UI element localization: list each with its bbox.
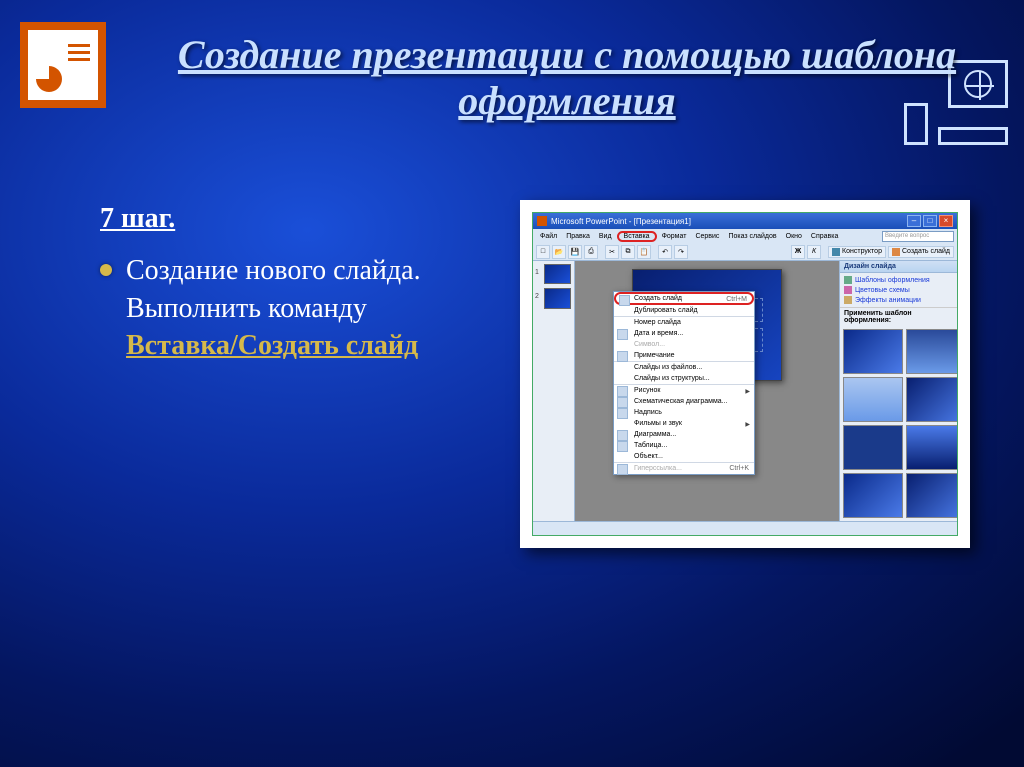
toolbar-save-icon[interactable]: 💾: [568, 245, 582, 259]
menu-item[interactable]: Дата и время...: [614, 328, 754, 339]
menu-item: Гиперссылка...Ctrl+K: [614, 463, 754, 474]
shortcut-label: Ctrl+M: [726, 296, 747, 303]
task-pane: Дизайн слайда Шаблоны оформления Цветовы…: [839, 261, 957, 521]
menu-item-icon: [617, 351, 628, 362]
menu-item[interactable]: Слайды из структуры...: [614, 373, 754, 385]
step-heading: 7 шаг.: [100, 200, 460, 238]
menu-item: Символ...: [614, 339, 754, 350]
menu-file[interactable]: Файл: [536, 232, 561, 241]
slide-thumbnails-pane: 1 2: [533, 261, 575, 521]
template-option[interactable]: [906, 473, 957, 518]
template-option[interactable]: [906, 377, 957, 422]
menu-item-icon: [617, 464, 628, 475]
menu-insert[interactable]: Вставка: [617, 231, 657, 242]
taskpane-link-templates[interactable]: Шаблоны оформления: [844, 276, 953, 284]
menu-item[interactable]: Диаграмма...: [614, 429, 754, 440]
template-option[interactable]: [843, 425, 903, 470]
toolbar-constructor-button[interactable]: Конструктор: [828, 246, 886, 258]
toolbar-print-icon[interactable]: ⎙: [584, 245, 598, 259]
toolbar-redo-icon[interactable]: ↷: [674, 245, 688, 259]
powerpoint-logo: [20, 22, 106, 108]
menu-item[interactable]: Создать слайдCtrl+M: [614, 292, 754, 305]
menu-item[interactable]: Таблица...: [614, 440, 754, 451]
menu-item[interactable]: Объект...: [614, 451, 754, 463]
slide-thumb-2[interactable]: 2: [544, 288, 571, 308]
menu-window[interactable]: Окно: [782, 232, 806, 241]
body-emphasis: Вставка/Создать слайд: [126, 330, 418, 361]
taskpane-apply-label: Применить шаблон оформления:: [840, 307, 957, 326]
toolbar-undo-icon[interactable]: ↶: [658, 245, 672, 259]
maximize-button[interactable]: □: [923, 215, 937, 227]
toolbar-open-icon[interactable]: 📂: [552, 245, 566, 259]
template-option[interactable]: [906, 329, 957, 374]
menu-view[interactable]: Вид: [595, 232, 616, 241]
menu-item[interactable]: Дублировать слайд: [614, 305, 754, 317]
toolbar-new-slide-button[interactable]: Создать слайд: [888, 246, 954, 258]
screenshot-frame: Microsoft PowerPoint - [Презентация1] – …: [520, 200, 970, 548]
menu-tools[interactable]: Сервис: [691, 232, 723, 241]
template-grid: [840, 326, 957, 521]
taskpane-link-effects[interactable]: Эффекты анимации: [844, 296, 953, 304]
close-button[interactable]: ×: [939, 215, 953, 227]
toolbar-copy-icon[interactable]: ⧉: [621, 245, 635, 259]
templates-icon: [844, 276, 852, 284]
window-title: Microsoft PowerPoint - [Презентация1]: [551, 217, 691, 226]
minimize-button[interactable]: –: [907, 215, 921, 227]
slide-thumb-1[interactable]: 1: [544, 264, 571, 284]
menu-item[interactable]: Номер слайда: [614, 317, 754, 328]
taskpane-title: Дизайн слайда: [840, 261, 957, 273]
colors-icon: [844, 286, 852, 294]
shortcut-label: Ctrl+K: [729, 465, 749, 472]
menu-item[interactable]: Надпись: [614, 407, 754, 418]
submenu-arrow-icon: ▶: [745, 388, 750, 395]
taskpane-link-colors[interactable]: Цветовые схемы: [844, 286, 953, 294]
toolbar-cut-icon[interactable]: ✂: [605, 245, 619, 259]
menu-item[interactable]: Фильмы и звук▶: [614, 418, 754, 429]
template-option[interactable]: [843, 473, 903, 518]
menu-help[interactable]: Справка: [807, 232, 842, 241]
submenu-arrow-icon: ▶: [745, 421, 750, 428]
toolbar-bold-icon[interactable]: Ж: [791, 245, 805, 259]
slide-body: 7 шаг. Создание нового слайда. Выполнить…: [100, 200, 460, 365]
menu-item[interactable]: Рисунок▶: [614, 385, 754, 396]
bullet-icon: [100, 264, 112, 276]
menu-item[interactable]: Схематическая диаграмма...: [614, 396, 754, 407]
insert-menu-dropdown: Создать слайдCtrl+MДублировать слайдНоме…: [613, 291, 755, 475]
app-icon: [537, 216, 547, 226]
menu-item[interactable]: Примечание: [614, 350, 754, 362]
body-pre: Создание нового слайда. Выполнить команд…: [126, 255, 421, 324]
template-option[interactable]: [906, 425, 957, 470]
status-bar: [533, 521, 957, 535]
menu-edit[interactable]: Правка: [562, 232, 594, 241]
toolbar: □ 📂 💾 ⎙ ✂ ⧉ 📋 ↶ ↷ Ж К Конструктор Создат…: [533, 243, 957, 261]
effects-icon: [844, 296, 852, 304]
menu-item[interactable]: Слайды из файлов...: [614, 362, 754, 373]
menubar: Файл Правка Вид Вставка Формат Сервис По…: [533, 229, 957, 243]
menu-slideshow[interactable]: Показ слайдов: [724, 232, 780, 241]
titlebar: Microsoft PowerPoint - [Презентация1] – …: [533, 213, 957, 229]
toolbar-italic-icon[interactable]: К: [807, 245, 821, 259]
toolbar-paste-icon[interactable]: 📋: [637, 245, 651, 259]
menu-format[interactable]: Формат: [658, 232, 691, 241]
template-option[interactable]: [843, 377, 903, 422]
powerpoint-window: Microsoft PowerPoint - [Презентация1] – …: [532, 212, 958, 536]
ask-question-box[interactable]: Введите вопрос: [882, 231, 954, 242]
toolbar-new-icon[interactable]: □: [536, 245, 550, 259]
template-option[interactable]: [843, 329, 903, 374]
slide-title: Создание презентации с помощью шаблона о…: [140, 32, 994, 124]
body-text: Создание нового слайда. Выполнить команд…: [126, 252, 460, 365]
